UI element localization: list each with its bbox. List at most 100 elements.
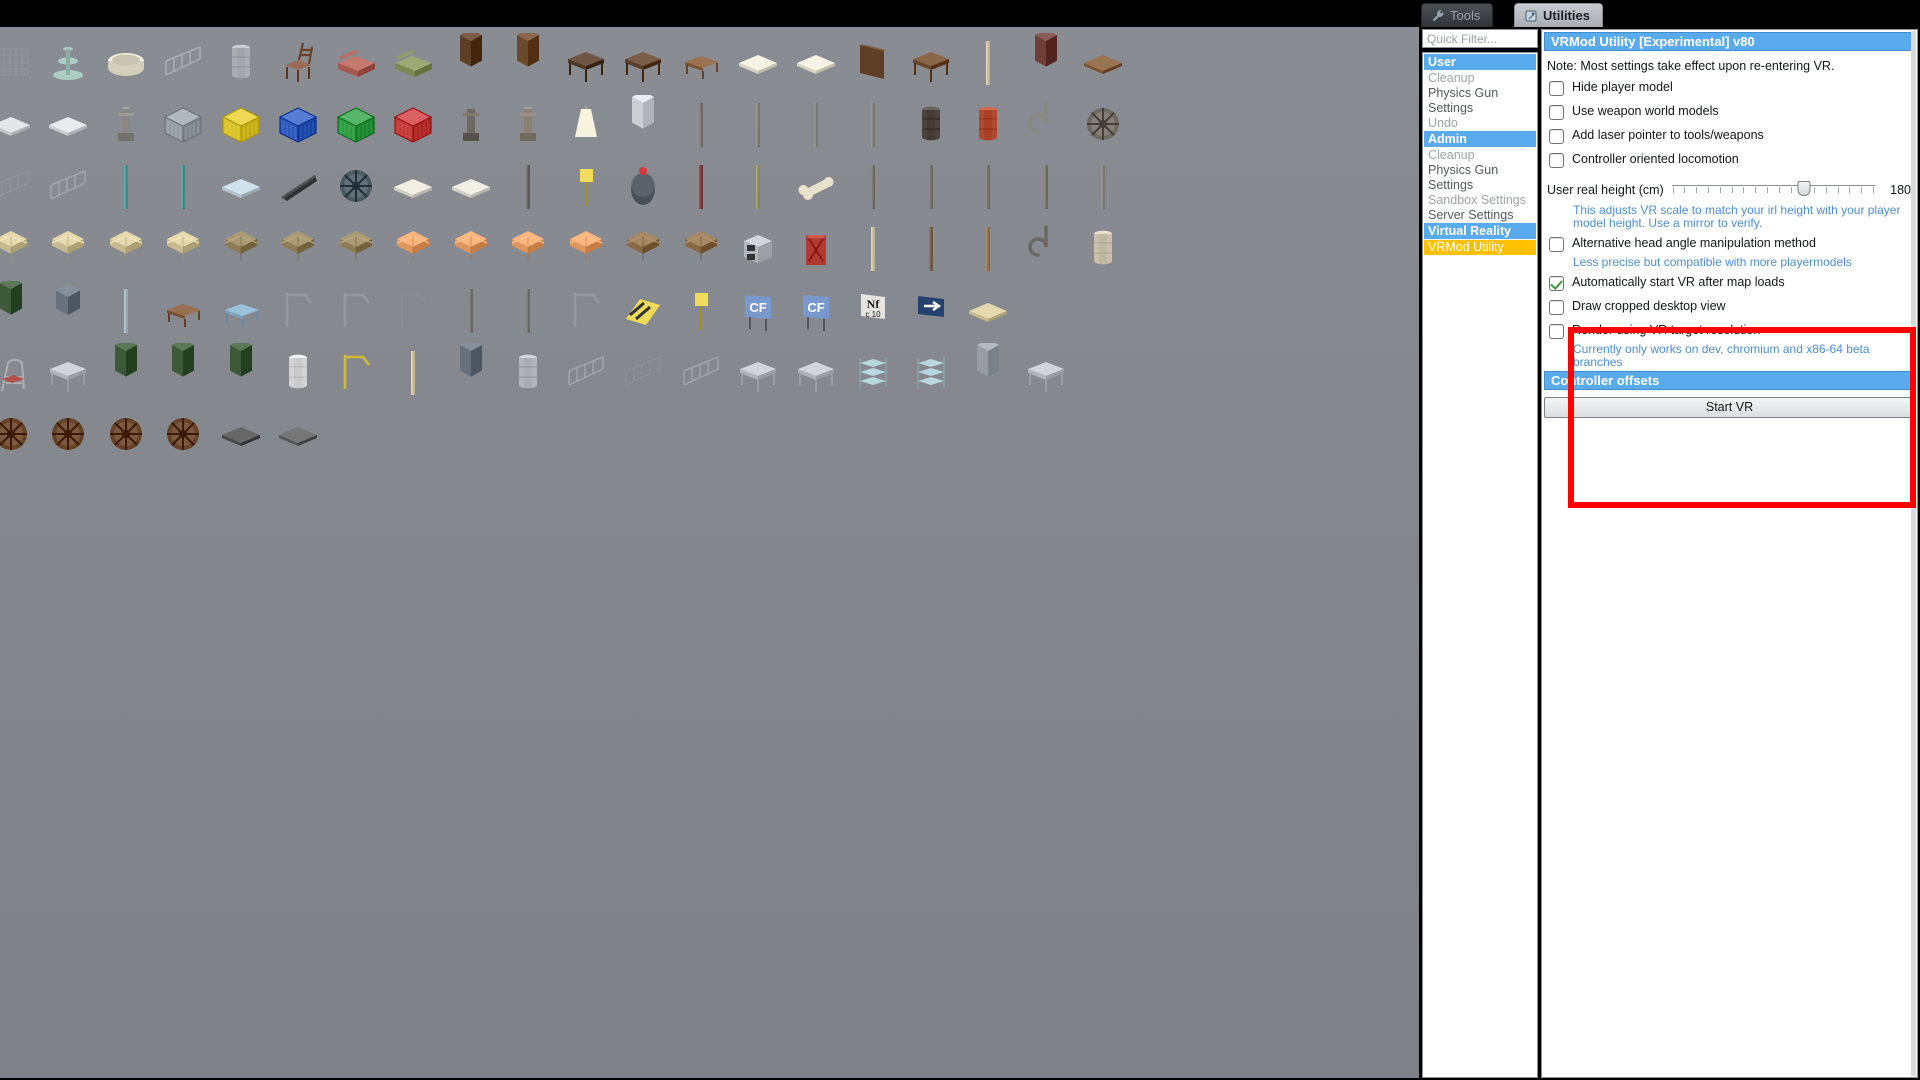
prop-icon[interactable]: [501, 95, 555, 153]
prop-icon[interactable]: [0, 219, 38, 277]
prop-icon[interactable]: [156, 33, 210, 91]
prop-icon[interactable]: [616, 219, 670, 277]
sidebar-item-sandbox-settings[interactable]: Sandbox Settings: [1424, 193, 1536, 208]
prop-icon[interactable]: [156, 95, 210, 153]
prop-icon[interactable]: [0, 33, 38, 91]
prop-icon[interactable]: [559, 219, 613, 277]
alt-head-angle-checkbox[interactable]: [1549, 237, 1564, 252]
prop-icon[interactable]: [1019, 33, 1073, 91]
prop-icon[interactable]: [846, 219, 900, 277]
prop-icon[interactable]: [214, 95, 268, 153]
prop-icon[interactable]: [444, 219, 498, 277]
prop-icon[interactable]: [99, 33, 153, 91]
prop-icon[interactable]: [501, 33, 555, 91]
prop-icon[interactable]: [386, 343, 440, 401]
prop-icon[interactable]: [214, 157, 268, 215]
prop-icon[interactable]: [731, 157, 785, 215]
prop-icon[interactable]: [0, 343, 38, 401]
category-tree[interactable]: User Cleanup Physics Gun Settings Undo Admin…: [1422, 52, 1538, 1078]
prop-icon[interactable]: [1019, 157, 1073, 215]
controller-offsets-header[interactable]: Controller offsets: [1544, 371, 1915, 390]
prop-icon[interactable]: [386, 157, 440, 215]
option-row-automatically-start-vr-after-map-loads[interactable]: Automatically start VR after map loads: [1544, 271, 1915, 295]
prop-icon[interactable]: [214, 219, 268, 277]
prop-icon[interactable]: [214, 405, 268, 463]
prop-icon[interactable]: [214, 281, 268, 339]
checkbox-render-using-vr-target-resolution[interactable]: [1549, 324, 1564, 339]
prop-icon[interactable]: [444, 281, 498, 339]
prop-icon[interactable]: [961, 33, 1015, 91]
checkbox-draw-cropped-desktop-view[interactable]: [1549, 300, 1564, 315]
prop-icon[interactable]: [329, 343, 383, 401]
prop-icon[interactable]: [214, 343, 268, 401]
prop-icon[interactable]: [329, 33, 383, 91]
prop-icon[interactable]: [789, 33, 843, 91]
prop-icon[interactable]: [386, 281, 440, 339]
prop-icon[interactable]: [904, 157, 958, 215]
prop-icon[interactable]: [386, 95, 440, 153]
prop-icon[interactable]: [386, 219, 440, 277]
prop-icon[interactable]: [0, 281, 38, 339]
prop-icon[interactable]: [41, 95, 95, 153]
checkbox-use-weapon-world-models[interactable]: [1549, 105, 1564, 120]
prop-icon[interactable]: [961, 281, 1015, 339]
tree-category-admin[interactable]: Admin: [1424, 131, 1536, 147]
prop-icon[interactable]: [559, 281, 613, 339]
prop-icon[interactable]: [271, 281, 325, 339]
prop-icon[interactable]: [731, 219, 785, 277]
prop-icon[interactable]: [1019, 343, 1073, 401]
option-row-add-laser-pointer-to-tools-weapons[interactable]: Add laser pointer to tools/weapons: [1544, 124, 1915, 148]
tab-utilities[interactable]: Utilities: [1514, 3, 1603, 27]
prop-icon[interactable]: [271, 157, 325, 215]
prop-icon[interactable]: [559, 343, 613, 401]
prop-icon[interactable]: [616, 343, 670, 401]
prop-icon[interactable]: [616, 281, 670, 339]
sidebar-item-physics-gun-settings[interactable]: Physics Gun Settings: [1424, 86, 1536, 116]
sidebar-item-undo[interactable]: Undo: [1424, 116, 1536, 131]
start-vr-button[interactable]: Start VR: [1544, 397, 1915, 418]
prop-icon[interactable]: [329, 219, 383, 277]
prop-icon[interactable]: [329, 157, 383, 215]
prop-icon[interactable]: [961, 219, 1015, 277]
prop-icon[interactable]: [444, 33, 498, 91]
prop-icon[interactable]: [674, 33, 728, 91]
prop-icon[interactable]: [271, 95, 325, 153]
prop-icon[interactable]: [329, 281, 383, 339]
prop-icon[interactable]: [156, 157, 210, 215]
content-scrollbar[interactable]: [1911, 31, 1916, 1076]
alt-head-angle-row[interactable]: Alternative head angle manipulation meth…: [1544, 232, 1915, 256]
prop-icon[interactable]: CF: [731, 281, 785, 339]
prop-icon[interactable]: [214, 33, 268, 91]
prop-icon[interactable]: [674, 95, 728, 153]
prop-icon-grid[interactable]: CF CF Nf c 10: [0, 31, 1419, 465]
prop-icon[interactable]: [271, 219, 325, 277]
option-row-draw-cropped-desktop-view[interactable]: Draw cropped desktop view: [1544, 295, 1915, 319]
slider-knob[interactable]: [1797, 181, 1811, 196]
prop-icon[interactable]: [616, 33, 670, 91]
prop-icon[interactable]: [501, 343, 555, 401]
prop-icon[interactable]: [1076, 95, 1130, 153]
prop-icon[interactable]: [41, 219, 95, 277]
prop-icon[interactable]: [41, 281, 95, 339]
prop-icon[interactable]: [501, 219, 555, 277]
prop-icon[interactable]: [99, 281, 153, 339]
prop-icon[interactable]: [559, 33, 613, 91]
prop-icon[interactable]: [156, 405, 210, 463]
prop-icon[interactable]: [0, 95, 38, 153]
prop-icon[interactable]: [616, 157, 670, 215]
prop-icon[interactable]: [846, 343, 900, 401]
prop-icon[interactable]: [41, 343, 95, 401]
prop-icon[interactable]: [501, 157, 555, 215]
checkbox-hide-player-model[interactable]: [1549, 81, 1564, 96]
sidebar-item-server-settings[interactable]: Server Settings: [1424, 208, 1536, 223]
option-row-controller-oriented-locomotion[interactable]: Controller oriented locomotion: [1544, 148, 1915, 172]
prop-icon[interactable]: [731, 33, 785, 91]
prop-icon[interactable]: [156, 343, 210, 401]
prop-icon[interactable]: [961, 343, 1015, 401]
quick-filter-input[interactable]: Quick Filter...: [1422, 29, 1538, 48]
checkbox-automatically-start-vr-after-map-loads[interactable]: [1549, 276, 1564, 291]
prop-icon[interactable]: [616, 95, 670, 153]
prop-icon[interactable]: [846, 95, 900, 153]
sidebar-item-cleanup[interactable]: Cleanup: [1424, 71, 1536, 86]
prop-icon[interactable]: [731, 343, 785, 401]
